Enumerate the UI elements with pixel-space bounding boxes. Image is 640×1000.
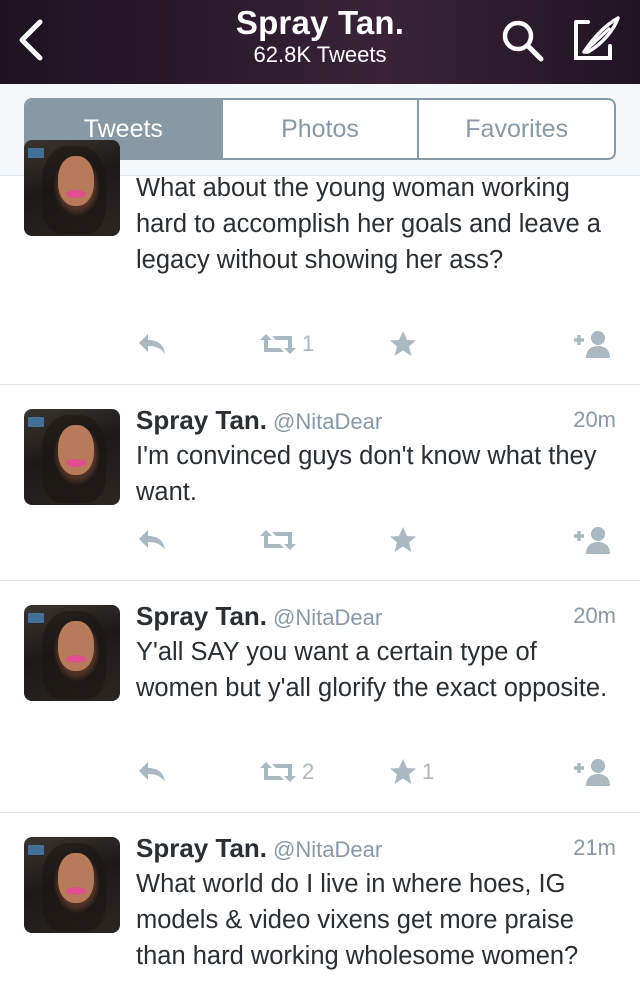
avatar[interactable] <box>24 409 120 505</box>
follow-icon <box>574 331 610 358</box>
tweet-item[interactable]: Spray Tan. @NitaDear 20m Y'all SAY you wa… <box>0 581 640 813</box>
retweet-button[interactable] <box>258 522 302 558</box>
tab-photos[interactable]: Photos <box>220 100 418 158</box>
reply-button[interactable] <box>136 522 168 558</box>
tweet-author-handle[interactable]: @NitaDear <box>273 605 382 630</box>
tweet-actions <box>136 522 616 558</box>
tweet-text: Y'all SAY you want a certain type of wom… <box>136 638 608 702</box>
favorite-button[interactable] <box>388 326 422 362</box>
favorite-button[interactable]: 1 <box>388 754 434 790</box>
follow-button[interactable] <box>572 522 616 558</box>
profile-header: Spray Tan. 62.8K Tweets <box>0 0 640 84</box>
avatar[interactable] <box>24 605 120 701</box>
search-icon <box>502 20 544 62</box>
retweet-button[interactable]: 2 <box>258 754 314 790</box>
tweet-actions: 2 1 <box>136 754 616 790</box>
retweet-button[interactable]: 1 <box>258 326 314 362</box>
reply-icon <box>139 530 165 550</box>
avatar[interactable] <box>24 837 120 933</box>
tab-favorites[interactable]: Favorites <box>417 100 614 158</box>
reply-button[interactable] <box>136 326 168 362</box>
tweet-author-handle[interactable]: @NitaDear <box>273 409 382 434</box>
star-icon <box>390 759 416 784</box>
favorite-button[interactable] <box>388 522 422 558</box>
tweet-author-name[interactable]: Spray Tan. <box>136 601 267 631</box>
retweet-icon <box>260 530 296 550</box>
follow-icon <box>574 527 610 554</box>
tweet-item[interactable]: Spray Tan. @NitaDear 20m I'm convinced gu… <box>0 385 640 581</box>
retweet-count: 1 <box>302 331 315 356</box>
retweet-icon <box>260 762 296 782</box>
reply-icon <box>139 762 165 782</box>
tweet-timestamp: 20m <box>573 407 616 432</box>
tweet-timestamp: 20m <box>573 603 616 628</box>
compose-icon <box>574 16 620 60</box>
reply-icon <box>139 334 165 354</box>
tweet-actions: 1 <box>136 326 616 362</box>
tweet-text: What world do I live in where hoes, IG m… <box>136 870 579 970</box>
reply-button[interactable] <box>136 754 168 790</box>
tweet-author-handle[interactable]: @NitaDear <box>273 837 382 862</box>
avatar[interactable] <box>24 140 120 236</box>
star-icon <box>390 331 416 356</box>
tweet-author-name[interactable]: Spray Tan. <box>136 405 267 435</box>
retweet-count: 2 <box>302 759 315 784</box>
tweet-text: What about the young woman working hard … <box>136 174 601 274</box>
tweet-timestamp: 21m <box>573 835 616 860</box>
tweet-author-name[interactable]: Spray Tan. <box>136 833 267 863</box>
star-icon <box>390 527 416 552</box>
tweet-header: Spray Tan. @NitaDear 20m <box>136 405 616 437</box>
compose-button[interactable] <box>570 14 624 66</box>
tweet-header: Spray Tan. @NitaDear 21m <box>136 833 616 865</box>
tweet-header: Spray Tan. @NitaDear 20m <box>136 601 616 633</box>
follow-button[interactable] <box>572 326 616 362</box>
favorite-count: 1 <box>422 759 435 784</box>
tweet-item[interactable]: Spray Tan. @NitaDear 21m What world do I … <box>0 813 640 1000</box>
tweet-item[interactable]: What about the young woman working hard … <box>0 140 640 385</box>
search-button[interactable] <box>498 16 548 66</box>
follow-icon <box>574 759 610 786</box>
tweet-text: I'm convinced guys don't know what they … <box>136 442 597 506</box>
follow-button[interactable] <box>572 754 616 790</box>
retweet-icon <box>260 334 296 354</box>
